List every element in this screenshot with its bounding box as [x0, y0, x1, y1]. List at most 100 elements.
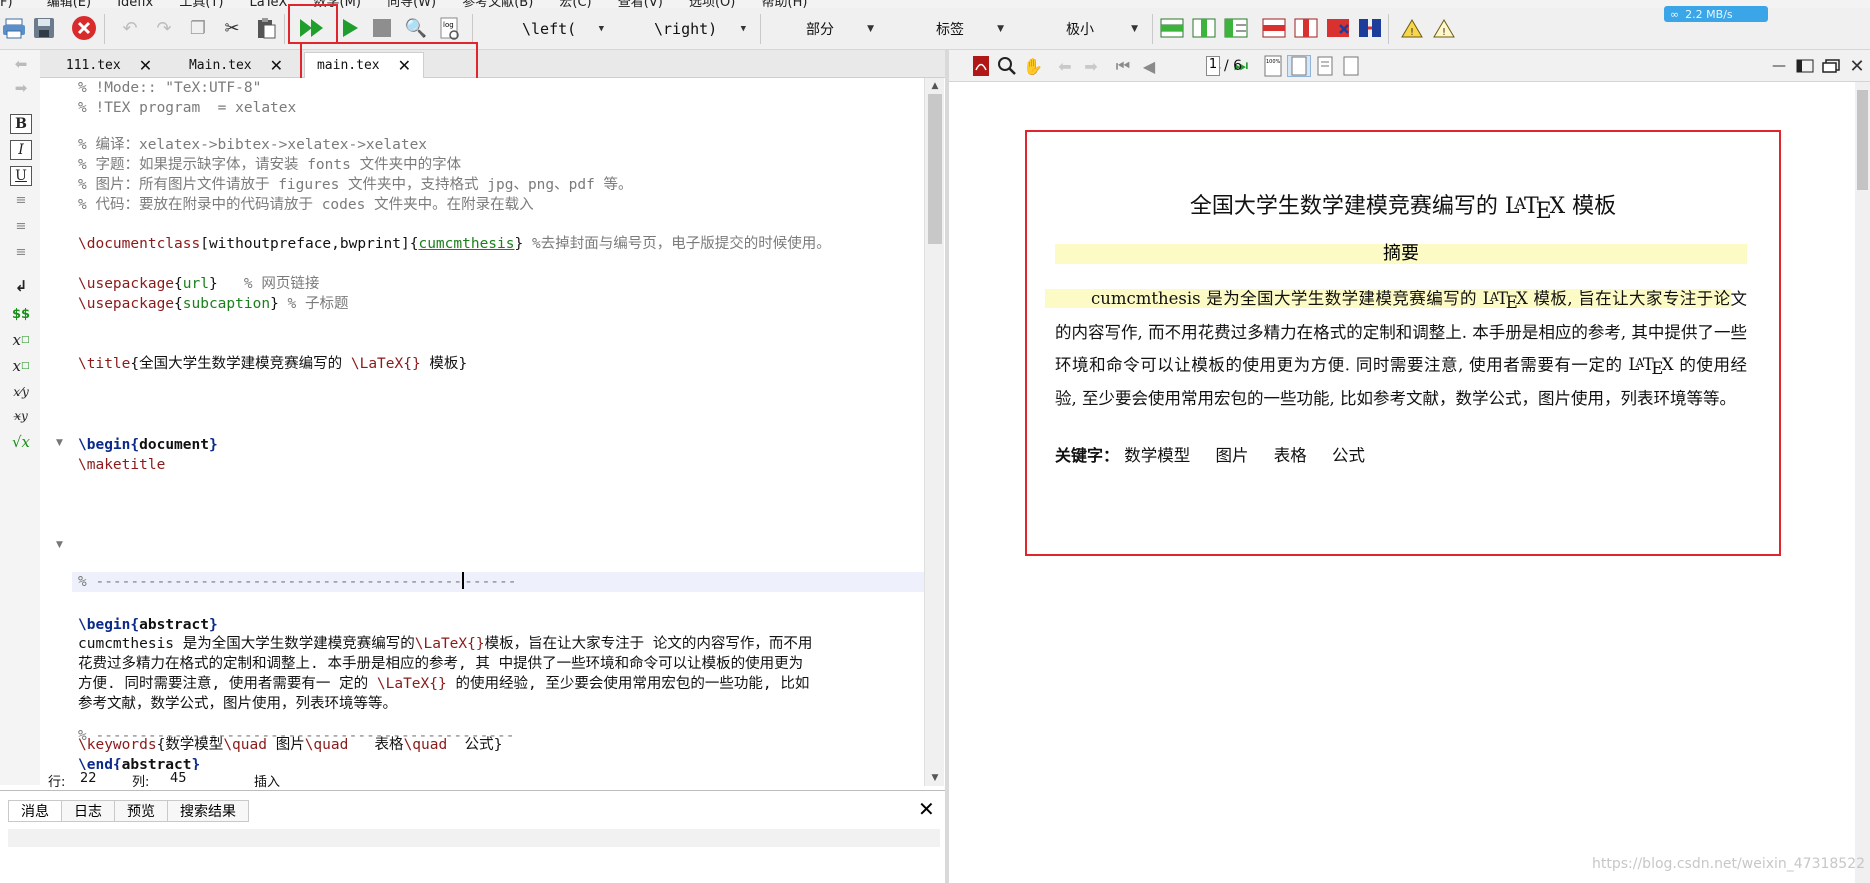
tab-preview[interactable]: 预览 [114, 800, 168, 822]
subscript-icon[interactable]: x □ [10, 330, 32, 350]
superscript-icon[interactable]: x □ [10, 356, 32, 376]
code-line: 参考文献，数学公式，图片使用，列表环境等等。 [78, 696, 397, 712]
maximize-icon[interactable] [1819, 55, 1843, 77]
pdf-back-icon[interactable]: ⬅ [1053, 55, 1077, 77]
continuous-icon[interactable] [1339, 55, 1363, 77]
search-icon[interactable] [995, 55, 1019, 77]
align-right-icon[interactable]: ≡ [10, 242, 32, 262]
align-left-icon[interactable]: ≡ [10, 190, 32, 210]
tab-log[interactable]: 日志 [61, 800, 115, 822]
nav-forward-icon[interactable]: ➡ [10, 78, 32, 98]
network-speed-badge: ∞ 2.2 MB/s [1664, 6, 1768, 22]
view-log-icon[interactable]: log [436, 14, 464, 42]
scrollbar-thumb[interactable] [928, 94, 942, 244]
dock-icon[interactable] [1793, 55, 1817, 77]
sqrt-icon[interactable]: √x [10, 432, 32, 452]
left-delimiter-select[interactable]: \left( ▼ [490, 18, 612, 40]
pdf-scrollbar[interactable] [1855, 82, 1870, 883]
menu-options[interactable]: 选项(O) [689, 0, 735, 8]
table-align-icon[interactable] [1222, 14, 1250, 42]
table-split-icon[interactable] [1356, 14, 1384, 42]
menu-wizard[interactable]: 向导(W) [387, 0, 436, 8]
redo-icon[interactable]: ↷ [150, 14, 178, 42]
save-icon[interactable] [30, 14, 58, 42]
right-delimiter-select[interactable]: \right) ▼ [626, 18, 754, 40]
table-add-row-icon[interactable] [1158, 14, 1186, 42]
menu-edit[interactable]: 编辑(E) [47, 0, 91, 8]
menu-tools[interactable]: 工具(T) [179, 0, 223, 8]
pdf-forward-icon[interactable]: ➡ [1079, 55, 1103, 77]
insert-mode[interactable]: 插入 [254, 771, 280, 790]
close-document-icon[interactable] [70, 14, 98, 42]
table-add-column-icon[interactable] [1190, 14, 1218, 42]
tab-search-results[interactable]: 搜索结果 [167, 800, 249, 822]
label-select[interactable]: 标签 ▼ [912, 18, 1012, 40]
fold-gutter: ▼ ▼ [40, 78, 72, 770]
editor-scrollbar[interactable]: ▲ ▼ [924, 78, 944, 786]
editor-status-bar: 行: 22 列: 45 插入 [40, 770, 924, 790]
close-icon[interactable]: ✕ [918, 797, 935, 821]
zoom-100-icon[interactable]: 100% [1261, 55, 1285, 77]
scroll-down-icon[interactable]: ▼ [925, 770, 945, 786]
fit-page-icon[interactable] [1313, 55, 1337, 77]
menu-macros[interactable]: 宏(C) [559, 0, 591, 8]
first-page-icon[interactable]: ⏮ [1111, 55, 1135, 77]
scrollbar-thumb[interactable] [1857, 90, 1868, 190]
page-number-input[interactable]: 1 [1206, 56, 1220, 76]
fraction-icon[interactable]: x⁄y [10, 382, 32, 402]
compile-icon[interactable] [336, 14, 364, 42]
table-remove-row-icon[interactable] [1260, 14, 1288, 42]
dfrac-icon[interactable]: x̶y [10, 406, 32, 426]
keyword: 数学模型 [1124, 446, 1191, 465]
pdf-document-icon[interactable] [969, 55, 993, 77]
math-mode-icon[interactable]: $$ [10, 304, 32, 324]
cut-icon[interactable]: ✂ [218, 14, 246, 42]
tab-messages[interactable]: 消息 [8, 800, 62, 822]
warning-icon[interactable]: ! [1398, 14, 1426, 42]
code-line: \begin{abstract} [78, 617, 218, 633]
hand-tool-icon[interactable]: ✋ [1021, 55, 1045, 77]
copy-icon[interactable]: ❐ [184, 14, 212, 42]
nav-back-icon[interactable]: ⬅ [10, 54, 32, 74]
fit-width-icon[interactable] [1287, 55, 1311, 77]
close-icon[interactable]: ✕ [139, 56, 152, 75]
stop-compile-icon[interactable] [368, 14, 396, 42]
bad-box-warning-icon[interactable]: ! [1430, 14, 1458, 42]
fold-marker-icon[interactable]: ▼ [56, 540, 63, 550]
chevron-down-icon: ▼ [1131, 24, 1138, 34]
table-delete-icon[interactable] [1324, 14, 1352, 42]
fold-marker-icon[interactable]: ▼ [56, 438, 63, 448]
code-line: \end{abstract} [78, 757, 201, 770]
svg-text:100%: 100% [1266, 59, 1281, 65]
paste-icon[interactable] [252, 14, 280, 42]
minimize-icon[interactable]: — [1767, 55, 1791, 77]
font-size-select[interactable]: 极小 ▼ [1042, 18, 1146, 40]
menu-idefix[interactable]: Idefix [117, 0, 153, 8]
underline-icon[interactable]: U [10, 166, 32, 186]
abstract-heading: 摘要 [1055, 244, 1747, 264]
watermark-url: https://blog.csdn.net/weixin_47318522 [1592, 856, 1866, 872]
undo-icon[interactable]: ↶ [116, 14, 144, 42]
left-delimiter-value: \left( [522, 20, 577, 38]
previous-page-icon[interactable]: ◀ [1137, 55, 1161, 77]
close-icon[interactable]: ✕ [270, 56, 283, 75]
menu-bibliography[interactable]: 参考文献(B) [462, 0, 533, 8]
close-icon[interactable]: ✕ [1845, 55, 1869, 77]
code-editor[interactable]: % !Mode:: "TeX:UTF-8" % !TEX program = x… [72, 78, 924, 770]
print-icon[interactable] [0, 14, 28, 42]
new-line-icon[interactable]: ↲ [10, 276, 32, 296]
menu-view[interactable]: 查看(V) [618, 0, 663, 8]
tab-111-tex[interactable]: 111.tex ✕ [54, 52, 164, 78]
menu-latex[interactable]: LaTeX [250, 0, 288, 8]
align-center-icon[interactable]: ≡ [10, 216, 32, 236]
bold-icon[interactable]: B [10, 114, 32, 134]
tab-Main-tex[interactable]: Main.tex ✕ [176, 52, 296, 78]
view-pdf-icon[interactable]: 🔍 [402, 14, 430, 42]
message-panel: 消息 日志 预览 搜索结果 ✕ [0, 790, 945, 883]
italic-icon[interactable]: I [10, 140, 32, 160]
section-select[interactable]: 部分 ▼ [782, 18, 882, 40]
table-remove-column-icon[interactable] [1292, 14, 1320, 42]
menu-help[interactable]: 帮助(H) [762, 0, 808, 8]
scroll-up-icon[interactable]: ▲ [925, 78, 945, 94]
menu-file[interactable]: F) [0, 0, 13, 8]
